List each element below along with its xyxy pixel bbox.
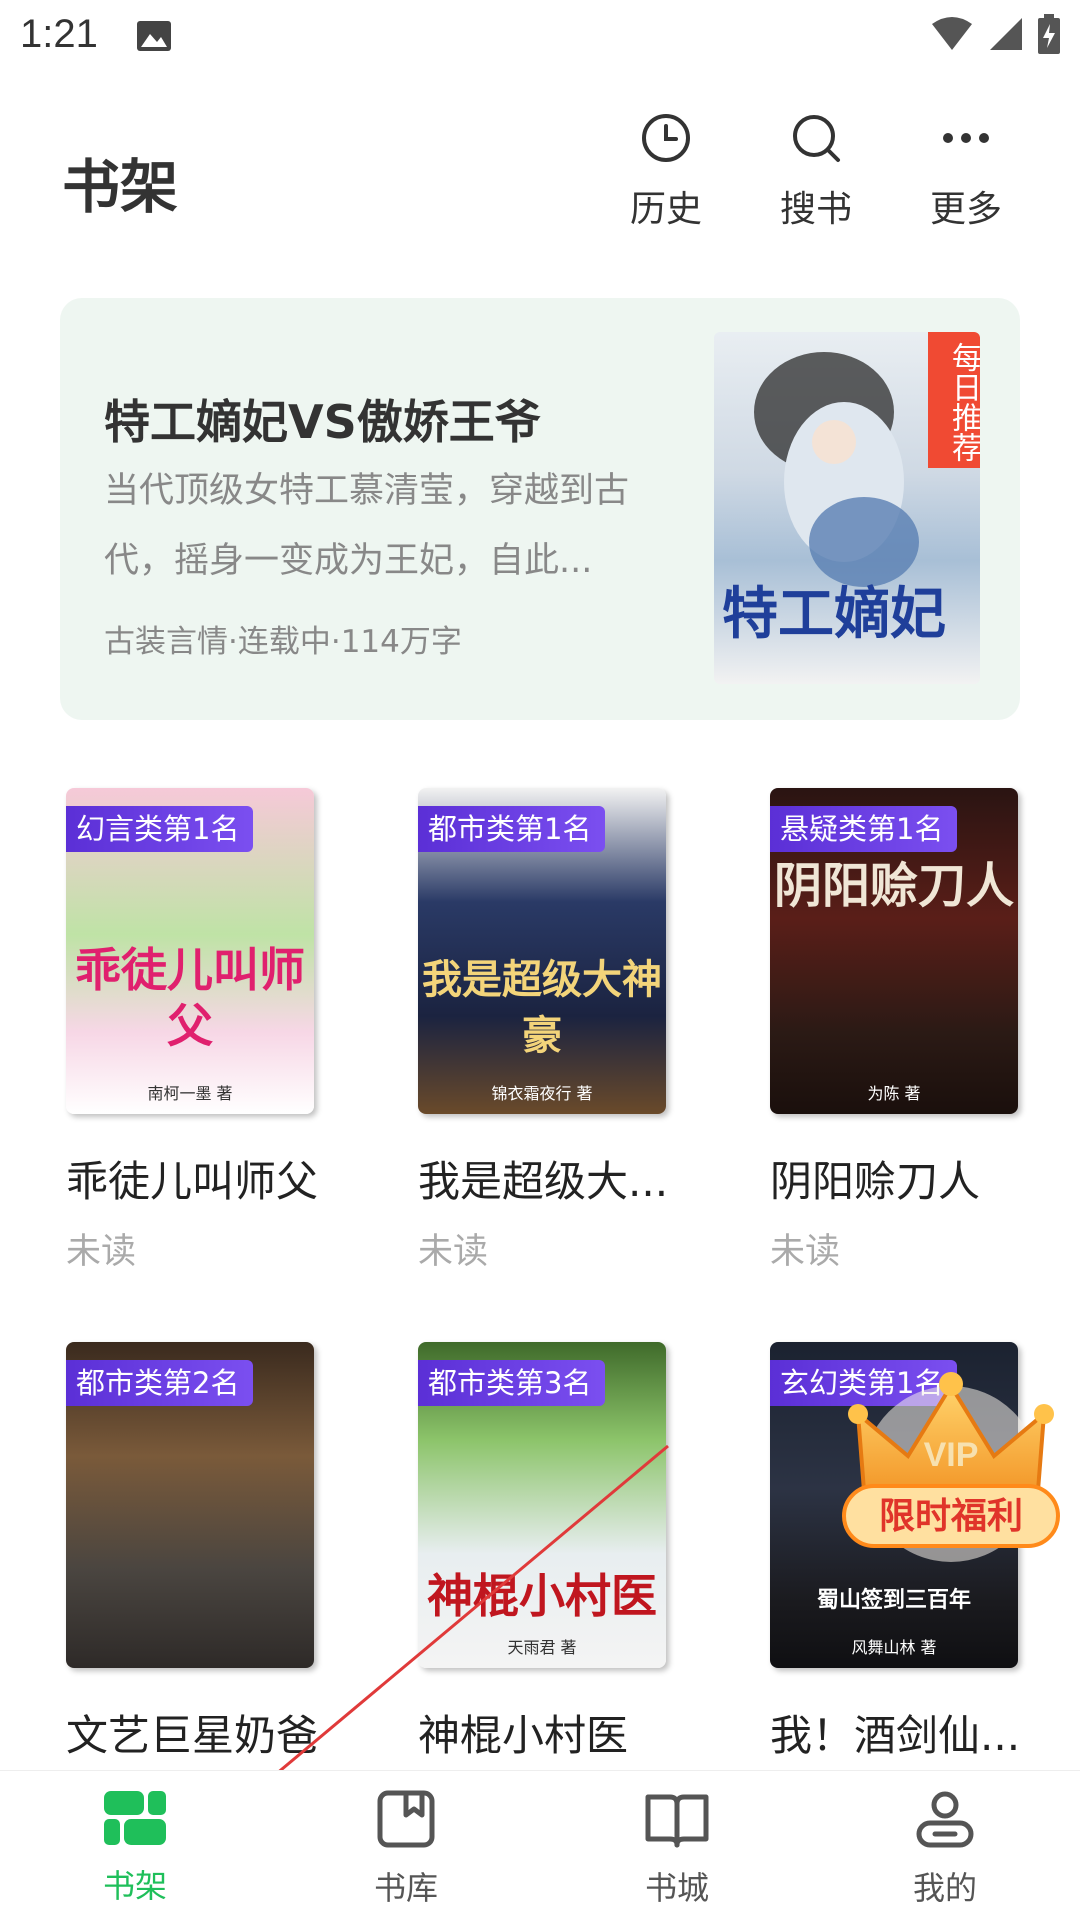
nav-label: 书架	[102, 1867, 167, 1905]
book-item[interactable]: 我是超级大神豪 锦衣霜夜行 著 都市类第1名 我是超级大... 未读	[418, 788, 670, 1274]
page-title: 书架	[62, 153, 179, 221]
search-button[interactable]: 搜书	[756, 112, 876, 232]
rank-badge: 都市类第2名	[66, 1360, 254, 1406]
book-item[interactable]: 乖徒儿叫师父 南柯一墨 著 幻言类第1名 乖徒儿叫师父 未读	[66, 788, 318, 1274]
nav-bookshelf[interactable]: 书架	[35, 1789, 235, 1907]
daily-recommend-tag: 每日推荐	[928, 332, 980, 468]
read-status: 未读	[770, 1232, 841, 1272]
book-title: 我！酒剑仙...	[770, 1711, 1021, 1760]
status-time: 1:21	[20, 12, 98, 56]
book-item[interactable]: 阴阳赊刀人 为陈 著 悬疑类第1名 阴阳赊刀人 未读	[770, 788, 1022, 1274]
bookshelf-icon	[104, 1791, 166, 1845]
book-cover-title: 乖徒儿叫师父	[75, 943, 305, 1053]
book-item[interactable]: 都市类第2名 文艺巨星奶爸	[66, 1342, 318, 1763]
rank-badge: 都市类第3名	[418, 1360, 606, 1406]
rank-badge: 都市类第1名	[418, 806, 606, 852]
history-label: 历史	[629, 189, 702, 230]
nav-label: 书库	[373, 1869, 438, 1907]
user-icon	[916, 1791, 974, 1848]
book-cover[interactable]: 阴阳赊刀人 为陈 著 悬疑类第1名	[770, 788, 1018, 1114]
banner-book-title: 特工嫡妃VS傲娇王爷	[104, 395, 541, 449]
book-item[interactable]: 神棍小村医 天雨君 著 都市类第3名 神棍小村医	[418, 1342, 670, 1763]
more-label: 更多	[929, 189, 1002, 230]
book-cover[interactable]: 神棍小村医 天雨君 著 都市类第3名	[418, 1342, 666, 1668]
signal-icon	[990, 18, 1022, 50]
nav-label: 我的	[912, 1869, 977, 1907]
book-cover-title: 阴阳赊刀人	[773, 858, 1014, 914]
book-cover-author: 天雨君 著	[507, 1638, 577, 1657]
battery-icon	[1038, 14, 1060, 54]
book-cover-author: 南柯一墨 著	[147, 1084, 233, 1103]
book-title: 文艺巨星奶爸	[66, 1711, 319, 1760]
vip-crown-icon: VIP 限时福利	[842, 1372, 1060, 1562]
more-button[interactable]: 更多	[906, 112, 1026, 232]
status-bar: 1:21	[0, 0, 1080, 76]
history-button[interactable]: 历史	[606, 112, 726, 232]
book-cover-title: 蜀山签到三百年	[816, 1587, 971, 1613]
wifi-icon	[932, 17, 972, 50]
read-status: 未读	[418, 1232, 489, 1272]
book-cover[interactable]: 都市类第2名	[66, 1342, 314, 1668]
daily-recommendation-card[interactable]: 特工嫡妃VS傲娇王爷 当代顶级女特工慕清莹，穿越到古代，摇身一变成为王妃，自此.…	[60, 298, 1020, 720]
book-cover-author: 为陈 著	[867, 1084, 921, 1103]
book-title: 阴阳赊刀人	[770, 1157, 981, 1206]
search-label: 搜书	[779, 189, 852, 230]
book-title: 乖徒儿叫师父	[66, 1157, 319, 1206]
book-title: 神棍小村医	[418, 1711, 629, 1760]
rank-badge: 悬疑类第1名	[770, 806, 958, 852]
book-cover[interactable]: 我是超级大神豪 锦衣霜夜行 著 都市类第1名	[418, 788, 666, 1114]
read-status: 未读	[66, 1232, 137, 1272]
nav-bookstore[interactable]: 书城	[577, 1789, 777, 1909]
book-cover-author: 锦衣霜夜行 著	[491, 1084, 593, 1103]
banner-cover-title: 特工嫡妃	[722, 581, 946, 647]
nav-library[interactable]: 书库	[306, 1789, 506, 1909]
book-cover-author: 风舞山林 著	[851, 1638, 937, 1657]
search-icon	[793, 115, 840, 162]
book-cover-title: 我是超级大神豪	[422, 956, 662, 1059]
nav-profile[interactable]: 我的	[845, 1789, 1045, 1909]
bottom-navigation: 书架 书库 书城 我的	[0, 1770, 1080, 1920]
rank-badge: 幻言类第1名	[66, 806, 254, 852]
more-dots-icon	[943, 133, 989, 143]
banner-description: 当代顶级女特工慕清莹，穿越到古代，摇身一变成为王妃，自此...	[104, 471, 630, 581]
book-cover[interactable]: 乖徒儿叫师父 南柯一墨 著 幻言类第1名	[66, 788, 314, 1114]
banner-meta: 古装言情·连载中·114万字	[104, 624, 462, 660]
nav-label: 书城	[644, 1869, 709, 1907]
open-book-icon	[645, 1794, 709, 1848]
banner-book-cover[interactable]: 每日推荐 特工嫡妃	[714, 332, 980, 684]
book-bookmark-icon	[377, 1790, 435, 1848]
promo-label: 限时福利	[879, 1496, 1023, 1537]
vip-badge-text: VIP	[924, 1436, 979, 1474]
book-title: 我是超级大...	[418, 1157, 669, 1206]
image-notification-icon	[137, 21, 171, 51]
clock-icon	[642, 114, 690, 162]
limited-welfare-promo[interactable]: VIP 限时福利	[838, 1356, 1064, 1576]
book-cover-title: 神棍小村医	[427, 1569, 657, 1623]
